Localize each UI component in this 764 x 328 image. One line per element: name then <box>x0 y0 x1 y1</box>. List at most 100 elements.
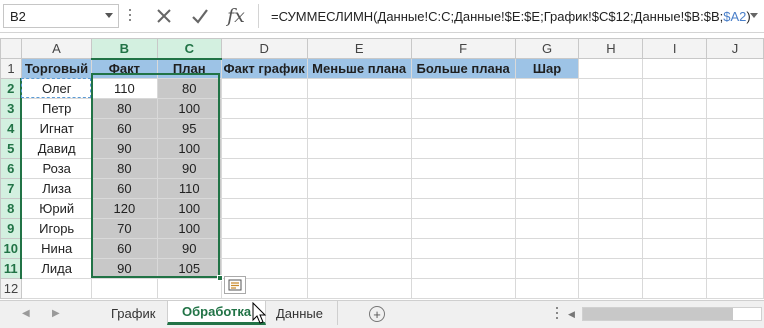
cell[interactable] <box>706 198 764 219</box>
cell[interactable] <box>514 98 580 119</box>
name-cell[interactable]: Игорь <box>20 218 92 239</box>
cell[interactable] <box>220 98 308 119</box>
actual-cell[interactable]: 60 <box>90 238 158 259</box>
add-sheet-button[interactable]: + <box>369 306 385 322</box>
split-handle-icon[interactable] <box>556 307 559 321</box>
cell[interactable] <box>410 238 516 259</box>
cell[interactable] <box>706 218 764 239</box>
cell[interactable] <box>514 178 580 199</box>
header-cell-above-plan[interactable]: Больше плана <box>410 58 516 79</box>
cell[interactable] <box>642 138 708 159</box>
cell[interactable] <box>410 198 516 219</box>
cell[interactable] <box>578 258 644 279</box>
row-header-6[interactable]: 6 <box>0 158 23 179</box>
cell[interactable] <box>514 258 580 279</box>
col-header-g[interactable]: G <box>514 38 580 59</box>
cell[interactable] <box>220 238 308 259</box>
cell[interactable] <box>642 158 708 179</box>
cell[interactable] <box>706 138 764 159</box>
cell[interactable] <box>642 258 708 279</box>
name-cell[interactable]: Игнат <box>20 118 92 139</box>
cell[interactable] <box>220 158 308 179</box>
expand-formula-icon[interactable] <box>750 13 758 18</box>
cell[interactable] <box>578 118 644 139</box>
cell[interactable] <box>20 278 92 299</box>
cell[interactable] <box>642 278 708 299</box>
row-header-12[interactable]: 12 <box>0 278 22 299</box>
col-header-b[interactable]: B <box>90 38 158 60</box>
quick-analysis-button[interactable] <box>224 276 246 294</box>
cell[interactable] <box>220 178 308 199</box>
cell[interactable] <box>578 238 644 259</box>
plan-cell[interactable]: 90 <box>156 158 222 179</box>
cell[interactable] <box>514 118 580 139</box>
plan-cell[interactable]: 80 <box>156 78 222 99</box>
row-header-7[interactable]: 7 <box>0 178 23 199</box>
cell[interactable] <box>706 238 764 259</box>
cell[interactable] <box>706 78 764 99</box>
cell[interactable] <box>514 198 580 219</box>
cell[interactable] <box>578 218 644 239</box>
header-cell-salesperson[interactable]: Торговый <box>20 58 92 79</box>
actual-cell[interactable]: 80 <box>90 158 158 179</box>
cell[interactable] <box>642 58 708 79</box>
cell[interactable] <box>642 218 708 239</box>
name-cell[interactable]: Олег <box>20 78 92 99</box>
cell[interactable] <box>306 78 412 99</box>
plan-cell[interactable]: 90 <box>156 238 222 259</box>
cell[interactable] <box>306 118 412 139</box>
name-cell[interactable]: Нина <box>20 238 92 259</box>
row-header-8[interactable]: 8 <box>0 198 23 219</box>
cell[interactable] <box>220 198 308 219</box>
cell[interactable] <box>220 138 308 159</box>
cell[interactable] <box>306 198 412 219</box>
cell[interactable] <box>578 138 644 159</box>
actual-cell[interactable]: 80 <box>90 98 158 119</box>
cell[interactable] <box>706 158 764 179</box>
col-header-a[interactable]: A <box>20 38 92 59</box>
enter-button[interactable] <box>184 4 216 28</box>
cell[interactable] <box>156 278 222 299</box>
cell[interactable] <box>706 118 764 139</box>
row-header-3[interactable]: 3 <box>0 98 23 119</box>
fill-handle[interactable] <box>217 275 223 281</box>
actual-cell[interactable]: 60 <box>90 178 158 199</box>
name-cell[interactable]: Петр <box>20 98 92 119</box>
name-box[interactable]: B2 <box>3 4 119 28</box>
row-header-2[interactable]: 2 <box>0 78 23 99</box>
plan-cell[interactable]: 105 <box>156 258 222 279</box>
col-header-i[interactable]: I <box>642 38 708 59</box>
tab-chart[interactable]: График <box>97 301 171 325</box>
header-cell-actual[interactable]: Факт <box>90 58 158 79</box>
cell[interactable] <box>578 178 644 199</box>
cell[interactable] <box>306 98 412 119</box>
row-header-4[interactable]: 4 <box>0 118 23 139</box>
cell[interactable] <box>410 178 516 199</box>
cell[interactable] <box>410 138 516 159</box>
cell[interactable] <box>514 158 580 179</box>
col-header-j[interactable]: J <box>706 38 764 59</box>
cell[interactable] <box>514 78 580 99</box>
cell[interactable] <box>706 178 764 199</box>
cell[interactable] <box>578 278 644 299</box>
cell[interactable] <box>514 278 580 299</box>
col-header-h[interactable]: H <box>578 38 644 59</box>
scroll-tabs-left-icon[interactable]: ◀ <box>22 308 30 319</box>
cell[interactable] <box>306 238 412 259</box>
name-cell[interactable]: Лида <box>20 258 92 279</box>
cell[interactable] <box>578 198 644 219</box>
cell[interactable] <box>642 118 708 139</box>
tab-data[interactable]: Данные <box>262 301 338 325</box>
header-cell-below-plan[interactable]: Меньше плана <box>306 58 412 79</box>
row-header-10[interactable]: 10 <box>0 238 23 259</box>
actual-cell[interactable]: 120 <box>90 198 158 219</box>
drag-handle-icon[interactable] <box>128 9 132 23</box>
cell[interactable] <box>220 78 308 99</box>
insert-function-button[interactable]: fx <box>220 4 252 28</box>
cell[interactable] <box>514 218 580 239</box>
name-cell[interactable]: Давид <box>20 138 92 159</box>
cell[interactable] <box>410 158 516 179</box>
cell[interactable] <box>642 238 708 259</box>
cell[interactable] <box>306 138 412 159</box>
cell[interactable] <box>642 78 708 99</box>
